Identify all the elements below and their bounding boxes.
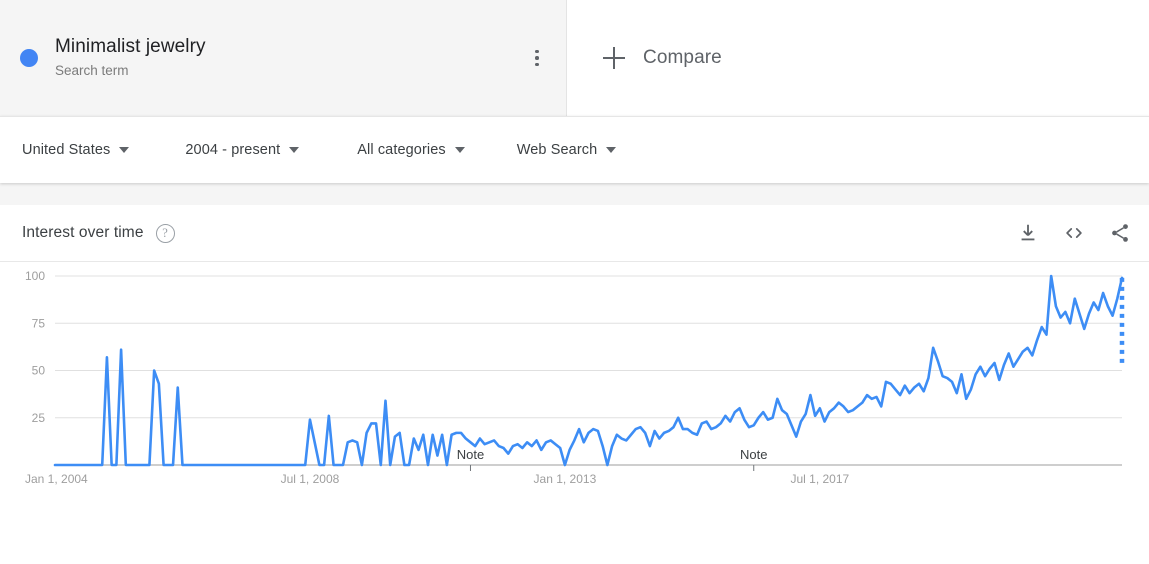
embed-code-icon[interactable]: [1063, 222, 1085, 244]
chart-actions: [1017, 222, 1131, 244]
chevron-down-icon: [454, 147, 465, 153]
series-color-dot: [20, 49, 38, 67]
chart-note-label: Note: [740, 447, 767, 462]
filter-bar: United States 2004 - present All categor…: [0, 116, 1149, 183]
dot: [535, 56, 539, 60]
x-axis-tick-label: Jan 1, 2013: [534, 472, 597, 486]
chevron-down-icon: [606, 147, 617, 153]
filter-time-range-label: 2004 - present: [185, 142, 281, 158]
chart-title: Interest over time: [22, 224, 144, 241]
plus-icon: [603, 47, 625, 69]
more-vert-icon[interactable]: [522, 43, 552, 73]
chart-card-header: Interest over time ?: [0, 205, 1149, 262]
compare-button[interactable]: Compare: [567, 0, 1149, 116]
x-axis-tick-label: Jan 1, 2004: [25, 472, 88, 486]
filter-location-label: United States: [22, 142, 111, 158]
search-term-text: Minimalist jewelry Search term: [55, 35, 206, 81]
trends-line-chart[interactable]: 25 50 75 100 Jan 1, 2004 Jul 1, 2008 Jan 1, 20…: [0, 262, 1149, 562]
dot: [535, 49, 539, 54]
chevron-down-icon: [289, 147, 300, 153]
help-circle-icon[interactable]: ?: [155, 223, 175, 243]
dot: [535, 62, 539, 67]
download-icon[interactable]: [1017, 222, 1039, 244]
compare-label: Compare: [643, 47, 722, 68]
chart-note-label: Note: [457, 447, 484, 462]
y-axis-tick-label: 75: [32, 316, 46, 330]
filter-location[interactable]: United States: [22, 142, 130, 158]
interest-over-time-card: Interest over time ? 25 50 75 100 Jan 1,…: [0, 205, 1149, 562]
google-trends-page: Minimalist jewelry Search term Compare U…: [0, 0, 1149, 564]
share-icon[interactable]: [1109, 222, 1131, 244]
filter-search-type-label: Web Search: [516, 142, 598, 158]
y-axis-tick-label: 25: [32, 411, 46, 425]
chevron-down-icon: [119, 147, 130, 153]
filter-category-label: All categories: [357, 142, 446, 158]
interest-over-time-plot[interactable]: 25 50 75 100 Jan 1, 2004 Jul 1, 2008 Jan 1, 20…: [0, 262, 1149, 562]
filter-search-type[interactable]: Web Search: [517, 142, 617, 158]
search-term-title: Minimalist jewelry: [55, 36, 206, 57]
y-axis-tick-label: 100: [25, 269, 45, 283]
search-term-subtitle: Search term: [55, 63, 129, 78]
search-term-card[interactable]: Minimalist jewelry Search term: [0, 0, 567, 116]
x-axis-tick-label: Jul 1, 2008: [281, 472, 340, 486]
section-gap: [0, 183, 1149, 205]
filter-time-range[interactable]: 2004 - present: [185, 142, 300, 158]
y-axis-tick-label: 50: [32, 364, 46, 378]
x-axis-tick-label: Jul 1, 2017: [790, 472, 849, 486]
filter-category[interactable]: All categories: [357, 142, 465, 158]
search-terms-row: Minimalist jewelry Search term Compare: [0, 0, 1149, 116]
